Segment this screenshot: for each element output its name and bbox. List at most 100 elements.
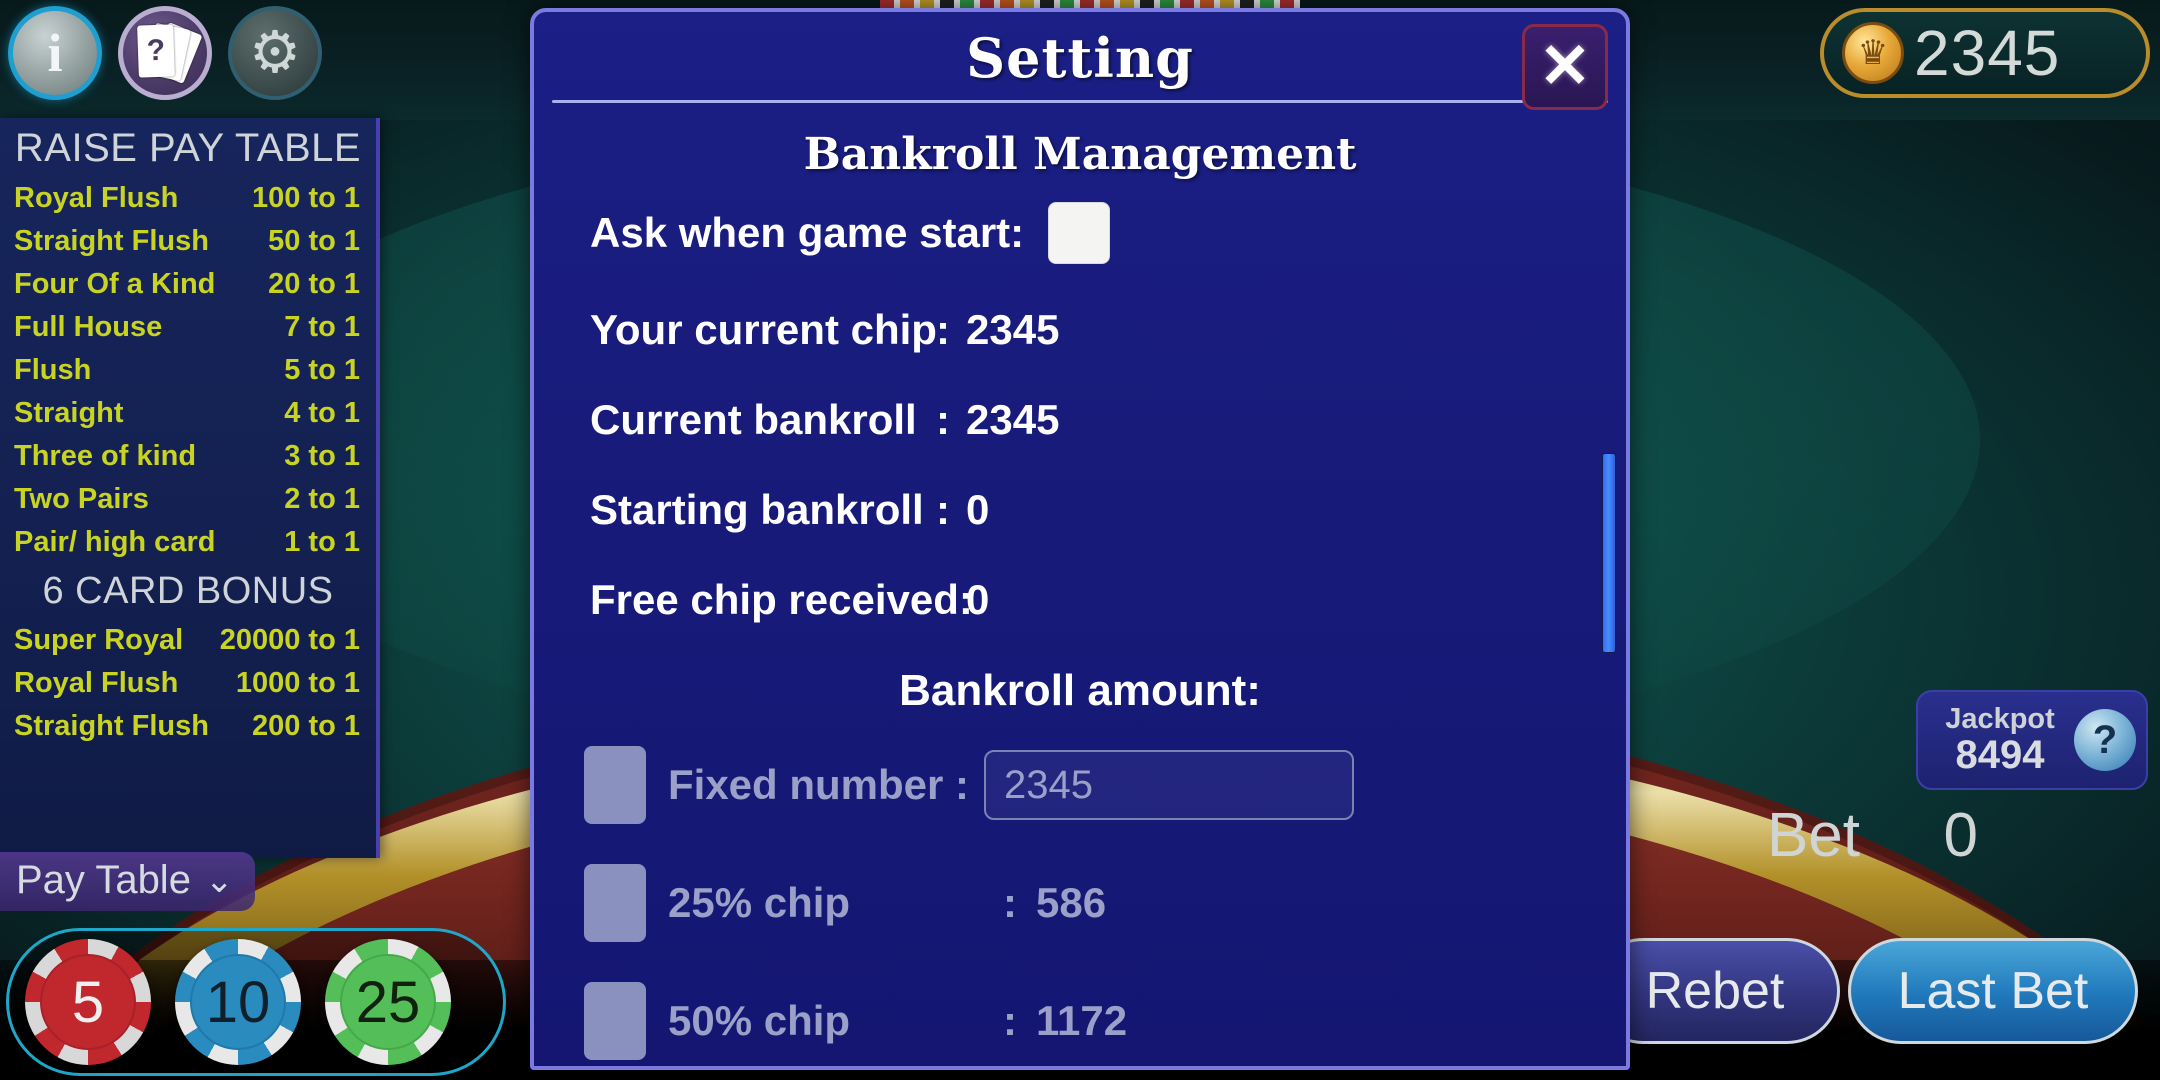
pay-table-row: Four Of a Kind 20 to 1 xyxy=(12,263,364,306)
hand-name: Super Royal xyxy=(14,624,184,656)
percent-25-row: 25% chip : 586 xyxy=(568,864,1592,942)
dialog-scrollbar[interactable] xyxy=(1600,103,1618,1065)
hand-payout: 20000 to 1 xyxy=(219,624,360,656)
ask-on-start-label: Ask when game start: xyxy=(590,209,1025,256)
bet-label: Bet xyxy=(1766,801,1860,870)
percent-50-value: 1172 xyxy=(1036,997,1128,1044)
hand-name: Royal Flush xyxy=(14,182,179,214)
gear-icon: ⚙ xyxy=(249,20,301,85)
settings-dialog: Setting ✕ Bankroll Management Ask when g… xyxy=(530,8,1630,1070)
starting-bankroll-label: Starting bankroll xyxy=(590,486,924,533)
hand-payout: 3 to 1 xyxy=(284,440,360,472)
last-bet-button[interactable]: Last Bet xyxy=(1848,938,2138,1044)
pay-table-row: Three of kind 3 to 1 xyxy=(12,435,364,478)
fixed-number-row: Fixed number : 2345 xyxy=(568,746,1592,824)
current-chip-row: Your current chip : 2345 xyxy=(568,306,1592,354)
chip-button[interactable]: 10 xyxy=(175,939,301,1065)
close-icon: ✕ xyxy=(1539,32,1591,101)
hand-payout: 1 to 1 xyxy=(284,526,360,558)
fixed-number-checkbox[interactable] xyxy=(584,746,646,824)
starting-bankroll-colon: : xyxy=(936,486,950,533)
hand-name: Royal Flush xyxy=(14,667,179,699)
jackpot-label: Jackpot xyxy=(1945,702,2055,735)
pay-table-row: Pair/ high card 1 to 1 xyxy=(12,521,364,564)
hand-name: Two Pairs xyxy=(14,483,149,515)
jackpot-text: Jackpot 8494 xyxy=(1932,702,2068,778)
coin-icon: ♛ xyxy=(1842,22,1904,84)
free-chip-label: Free chip received: xyxy=(590,576,973,623)
fixed-number-label: Fixed number : xyxy=(668,761,970,808)
hand-name: Four Of a Kind xyxy=(14,268,216,300)
current-bankroll-value: 2345 xyxy=(966,396,1060,443)
chip-value: 10 xyxy=(190,954,286,1050)
chip-button[interactable]: 5 xyxy=(25,939,151,1065)
chip-button[interactable]: 25 xyxy=(325,939,451,1065)
jackpot-value: 8494 xyxy=(1955,733,2045,778)
pay-table-row: Royal Flush 100 to 1 xyxy=(12,177,364,220)
starting-bankroll-row: Starting bankroll : 0 xyxy=(568,486,1592,534)
jackpot-help-icon[interactable]: ? xyxy=(2074,709,2136,771)
pay-table-row: Full House 7 to 1 xyxy=(12,306,364,349)
raise-pay-table-rows: Royal Flush 100 to 1 Straight Flush 50 t… xyxy=(12,177,364,564)
bet-value: 0 xyxy=(1943,801,1978,870)
pay-table-row: Straight Flush 50 to 1 xyxy=(12,220,364,263)
chip-denomination-tray: 5 10 25 xyxy=(6,928,506,1076)
free-chip-row: Free chip received: 0 xyxy=(568,576,1592,624)
pay-table-toggle-button[interactable]: Pay Table ⌄ xyxy=(0,852,256,911)
percent-50-checkbox[interactable] xyxy=(584,982,646,1060)
chip-value: 5 xyxy=(40,954,136,1050)
starting-bankroll-value: 0 xyxy=(966,486,990,533)
current-bankroll-label: Current bankroll xyxy=(590,396,917,443)
cards-question-icon: ? xyxy=(137,22,203,84)
hand-payout: 7 to 1 xyxy=(284,311,360,343)
chevron-down-icon: ⌄ xyxy=(204,861,234,900)
hand-payout: 1000 to 1 xyxy=(235,667,360,699)
ask-on-start-row: Ask when game start: xyxy=(568,202,1592,264)
hand-payout: 5 to 1 xyxy=(284,354,360,386)
settings-button[interactable]: ⚙ xyxy=(228,6,322,100)
chip-balance: ♛ 2345 xyxy=(1820,8,2150,98)
top-icon-bar: i ? ⚙ xyxy=(8,6,322,100)
pay-table-row: Flush 5 to 1 xyxy=(12,349,364,392)
pay-table-panel: RAISE PAY TABLE Royal Flush 100 to 1 Str… xyxy=(0,118,380,858)
percent-50-label: 50% chip xyxy=(668,997,851,1044)
percent-50-colon: : xyxy=(1003,997,1017,1044)
chip-balance-value: 2345 xyxy=(1914,17,2061,89)
hand-payout: 20 to 1 xyxy=(268,268,360,300)
pay-table-row: Straight Flush 200 to 1 xyxy=(12,705,364,748)
hand-payout: 50 to 1 xyxy=(268,225,360,257)
jackpot-panel: Jackpot 8494 ? xyxy=(1916,690,2148,790)
percent-50-row: 50% chip : 1172 xyxy=(568,982,1592,1060)
hand-name: Straight Flush xyxy=(14,225,209,257)
current-chip-label: Your current chip xyxy=(590,306,937,353)
current-chip-value: 2345 xyxy=(966,306,1060,353)
current-chip-colon: : xyxy=(936,306,950,353)
percent-25-colon: : xyxy=(1003,879,1017,926)
info-button[interactable]: i xyxy=(8,6,102,100)
dialog-body: Bankroll Management Ask when game start:… xyxy=(534,103,1626,1065)
dialog-scrollbar-thumb[interactable] xyxy=(1602,453,1616,653)
ask-on-start-checkbox[interactable] xyxy=(1048,202,1111,264)
help-button[interactable]: ? xyxy=(118,6,212,100)
hand-name: Straight xyxy=(14,397,124,429)
info-icon: i xyxy=(47,23,63,83)
hand-name: Three of kind xyxy=(14,440,197,472)
fixed-number-input[interactable]: 2345 xyxy=(984,750,1354,820)
hand-payout: 2 to 1 xyxy=(284,483,360,515)
hand-payout: 100 to 1 xyxy=(252,182,360,214)
percent-25-checkbox[interactable] xyxy=(584,864,646,942)
pay-table-row: Royal Flush 1000 to 1 xyxy=(12,662,364,705)
raise-pay-table-header: RAISE PAY TABLE xyxy=(14,126,362,170)
hand-name: Pair/ high card xyxy=(14,526,216,558)
dialog-title: Setting xyxy=(966,26,1194,90)
free-chip-value: 0 xyxy=(966,576,990,623)
close-button[interactable]: ✕ xyxy=(1522,24,1608,110)
bankroll-amount-title: Bankroll amount: xyxy=(899,666,1261,715)
current-bankroll-row: Current bankroll : 2345 xyxy=(568,396,1592,444)
hand-payout: 200 to 1 xyxy=(252,710,360,742)
help-question-glyph: ? xyxy=(137,24,175,78)
hand-name: Straight Flush xyxy=(14,710,209,742)
hand-name: Flush xyxy=(14,354,92,386)
hand-name: Full House xyxy=(14,311,163,343)
bankroll-management-title: Bankroll Management xyxy=(803,129,1357,180)
